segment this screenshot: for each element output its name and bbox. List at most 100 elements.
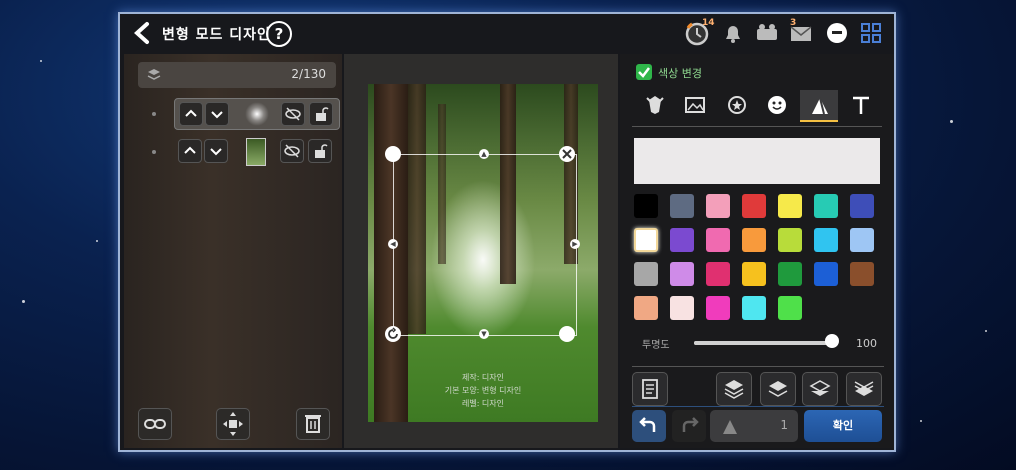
- color-swatch[interactable]: [706, 194, 730, 218]
- color-swatch[interactable]: [778, 262, 802, 286]
- shape-icon: [812, 97, 828, 115]
- tab-badge[interactable]: [718, 90, 756, 120]
- delete-button[interactable]: [296, 408, 330, 440]
- eye-off-icon: [284, 144, 300, 158]
- color-swatch[interactable]: [814, 228, 838, 252]
- rotate-handle[interactable]: [385, 326, 401, 342]
- color-swatch[interactable]: [670, 296, 694, 320]
- color-swatch[interactable]: [634, 262, 658, 286]
- resize-handle-top-left[interactable]: [385, 146, 401, 162]
- send-to-back-button[interactable]: [846, 372, 882, 406]
- undo-icon: [639, 417, 656, 432]
- notification-button[interactable]: [720, 20, 746, 46]
- bring-forward-button[interactable]: [760, 372, 796, 406]
- properties-button[interactable]: [632, 372, 668, 406]
- layer-thumbnail: [245, 102, 269, 126]
- selection-box[interactable]: [393, 154, 577, 336]
- tab-shape[interactable]: [800, 90, 838, 122]
- star: [96, 240, 98, 242]
- shape-count-stepper[interactable]: 1: [710, 410, 798, 442]
- canvas-caption-1: 제작: 디자인: [461, 373, 505, 382]
- visibility-toggle[interactable]: [281, 102, 305, 126]
- color-swatch[interactable]: [850, 194, 874, 218]
- emblem-icon: [646, 96, 664, 114]
- color-swatch[interactable]: [706, 228, 730, 252]
- send-backward-button[interactable]: [802, 372, 838, 406]
- color-swatch[interactable]: [706, 262, 730, 286]
- color-swatch[interactable]: [742, 262, 766, 286]
- unlock-icon: [316, 107, 329, 121]
- timer-badge: 14: [702, 18, 715, 28]
- color-swatch[interactable]: [778, 194, 802, 218]
- help-button[interactable]: ?: [266, 21, 292, 47]
- color-swatch[interactable]: [634, 296, 658, 320]
- document-icon: [642, 379, 658, 399]
- visibility-toggle[interactable]: [280, 139, 304, 163]
- timer-button[interactable]: 14: [684, 18, 715, 46]
- color-swatch[interactable]: [742, 194, 766, 218]
- divider: [632, 406, 884, 407]
- move-up-button[interactable]: [178, 139, 202, 163]
- resize-handle-left[interactable]: ◀: [388, 239, 398, 249]
- move-down-button[interactable]: [205, 102, 229, 126]
- chat-button[interactable]: [824, 20, 850, 46]
- color-swatch[interactable]: [850, 262, 874, 286]
- color-swatch[interactable]: [850, 228, 874, 252]
- opacity-slider[interactable]: [694, 341, 832, 345]
- star-badge-icon: [728, 96, 746, 114]
- friends-button[interactable]: [754, 20, 780, 46]
- lock-toggle[interactable]: [308, 139, 332, 163]
- color-swatch[interactable]: [814, 262, 838, 286]
- move-down-button[interactable]: [204, 139, 228, 163]
- opacity-label: 투명도: [642, 340, 670, 351]
- tab-emblem[interactable]: [636, 90, 674, 120]
- layer-row-image[interactable]: [174, 136, 338, 166]
- redo-button[interactable]: [672, 410, 706, 442]
- color-swatch[interactable]: [670, 194, 694, 218]
- layer-up-icon: [768, 381, 788, 397]
- undo-button[interactable]: [632, 410, 666, 442]
- color-swatch[interactable]: [634, 228, 658, 252]
- menu-button[interactable]: [858, 20, 884, 46]
- canvas-caption-3: 레벨: 디자인: [461, 399, 505, 408]
- color-swatch[interactable]: [742, 296, 766, 320]
- color-swatch[interactable]: [742, 228, 766, 252]
- color-change-checkbox[interactable]: [636, 64, 652, 80]
- color-swatch[interactable]: [634, 194, 658, 218]
- tab-text[interactable]: [842, 90, 880, 120]
- confirm-button[interactable]: 확인: [804, 410, 882, 442]
- link-button[interactable]: [138, 408, 172, 440]
- color-swatch[interactable]: [706, 296, 730, 320]
- move-arrows-icon: [223, 412, 243, 436]
- resize-handle-top[interactable]: ▲: [479, 149, 489, 159]
- tab-image[interactable]: [676, 90, 714, 120]
- color-swatch[interactable]: [670, 228, 694, 252]
- move-button[interactable]: [216, 408, 250, 440]
- move-up-button[interactable]: [179, 102, 203, 126]
- tab-emoji[interactable]: [758, 90, 796, 120]
- bring-to-front-button[interactable]: [716, 372, 752, 406]
- back-button[interactable]: [130, 20, 156, 46]
- lock-toggle[interactable]: [309, 102, 333, 126]
- opacity-knob[interactable]: [825, 334, 839, 348]
- color-swatch[interactable]: [670, 262, 694, 286]
- layer-indicator: [152, 150, 156, 154]
- resize-handle-bottom-right[interactable]: [559, 326, 575, 342]
- mail-button[interactable]: 3: [788, 18, 814, 46]
- layer-down-icon: [809, 380, 831, 396]
- unlock-icon: [315, 144, 328, 158]
- delete-selection-button[interactable]: [559, 146, 575, 162]
- resize-handle-right[interactable]: ▶: [570, 239, 580, 249]
- header: 변형 모드 디자인 ? 14 3: [120, 14, 894, 54]
- color-swatch[interactable]: [778, 228, 802, 252]
- resize-handle-bottom[interactable]: ▼: [479, 329, 489, 339]
- color-swatch[interactable]: [778, 296, 802, 320]
- checkmark-icon: [638, 67, 650, 78]
- chevron-down-icon: [211, 111, 223, 119]
- bell-icon: [726, 26, 740, 43]
- eye-off-icon: [285, 107, 301, 121]
- layer-thumbnail: [246, 138, 266, 166]
- color-swatch[interactable]: [814, 194, 838, 218]
- layer-row-light[interactable]: [174, 98, 340, 130]
- redo-icon: [682, 417, 699, 432]
